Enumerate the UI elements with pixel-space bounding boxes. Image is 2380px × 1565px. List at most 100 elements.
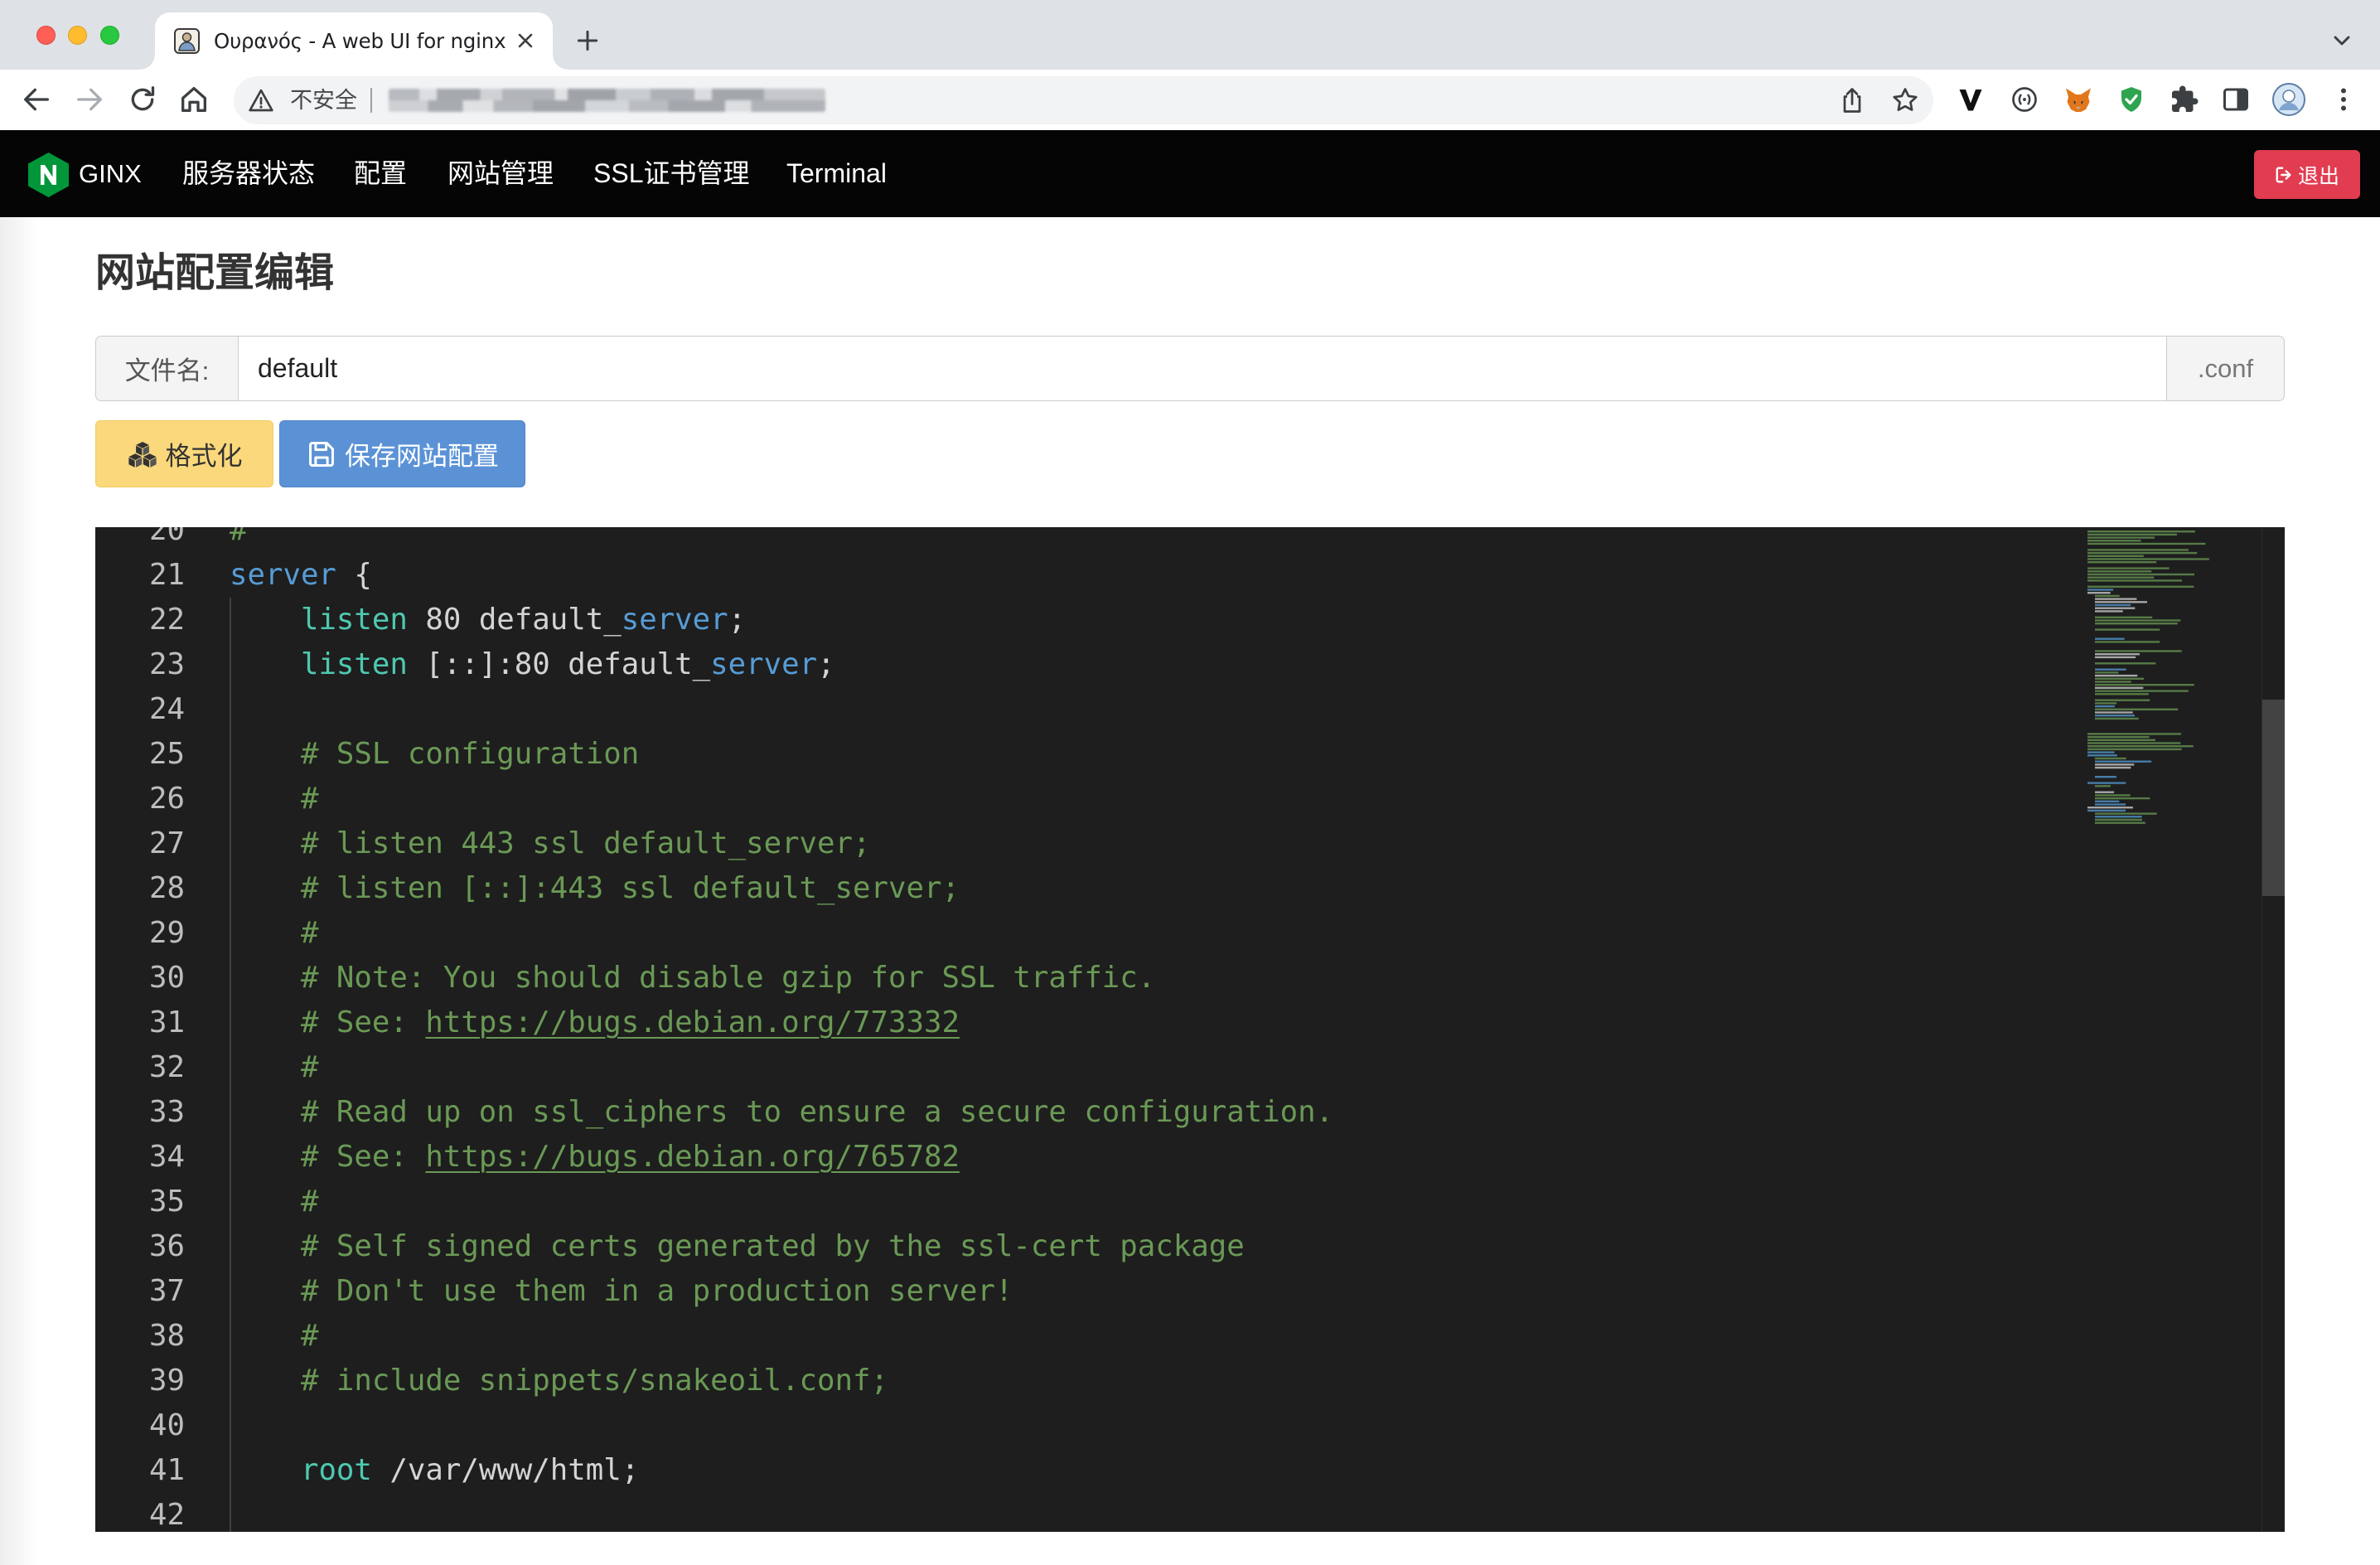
minimap-line: [2087, 782, 2126, 784]
vertical-scrollbar-thumb[interactable]: [2262, 700, 2285, 896]
back-arrow-icon[interactable]: [20, 83, 53, 116]
code-text[interactable]: #: [230, 1180, 319, 1224]
code-text[interactable]: listen 80 default_server;: [230, 598, 746, 642]
nav-item-ssl-certificates[interactable]: SSL证书管理: [593, 130, 750, 217]
minimap-line: [2087, 754, 2117, 757]
code-area[interactable]: 20 #21 server {22 listen 80 default_server…: [95, 527, 2079, 1532]
reload-icon[interactable]: [126, 83, 159, 116]
code-line[interactable]: 21 server {: [95, 553, 2079, 598]
code-line[interactable]: 22 listen 80 default_server;: [95, 598, 2079, 642]
minimap-line: [2095, 677, 2144, 680]
tab-corner: [553, 55, 568, 70]
plus-icon[interactable]: [574, 27, 601, 54]
minimap-line: [2087, 751, 2115, 753]
code-line[interactable]: 31 # See: https://bugs.debian.org/773332: [95, 1001, 2079, 1045]
code-line[interactable]: 32 #: [95, 1045, 2079, 1090]
format-button-label: 格式化: [165, 442, 243, 471]
minimap-line: [2087, 589, 2114, 591]
fox-extension-icon[interactable]: [2063, 85, 2093, 114]
side-panel-icon[interactable]: [2221, 85, 2251, 114]
address-bar[interactable]: 不安全: [234, 76, 1933, 124]
code-line[interactable]: 25 # SSL configuration: [95, 732, 2079, 777]
code-line[interactable]: 36 # Self signed certs generated by the …: [95, 1224, 2079, 1269]
code-text[interactable]: server {: [230, 553, 372, 598]
code-line[interactable]: 29 #: [95, 911, 2079, 956]
code-line[interactable]: 30 # Note: You should disable gzip for S…: [95, 956, 2079, 1001]
logout-button[interactable]: 退出: [2254, 150, 2360, 199]
comment-link[interactable]: https://bugs.debian.org/765782: [425, 1140, 960, 1174]
code-line[interactable]: 24: [95, 687, 2079, 732]
code-line[interactable]: 42: [95, 1493, 2079, 1532]
code-line[interactable]: 23 listen [::]:80 default_server;: [95, 642, 2079, 687]
brand-name[interactable]: GINX: [79, 130, 142, 217]
code-text[interactable]: #: [230, 777, 319, 821]
code-text[interactable]: root /var/www/html;: [230, 1448, 639, 1493]
minimize-window-icon[interactable]: [68, 26, 87, 45]
nav-item-site-management[interactable]: 网站管理: [447, 130, 554, 217]
circle-extension-icon[interactable]: [2010, 85, 2039, 114]
close-window-icon[interactable]: [36, 26, 56, 45]
code-line[interactable]: 26 #: [95, 777, 2079, 821]
close-icon[interactable]: [514, 29, 537, 52]
code-text[interactable]: #: [230, 911, 319, 956]
code-line[interactable]: 27 # listen 443 ssl default_server;: [95, 821, 2079, 866]
code-text[interactable]: # SSL configuration: [230, 732, 639, 777]
token-comment: #: [300, 1050, 319, 1084]
code-line[interactable]: 35 #: [95, 1180, 2079, 1224]
code-text[interactable]: # Don't use them in a production server!: [230, 1269, 1013, 1314]
minimap-line: [2095, 800, 2120, 802]
minimap-line: [2095, 766, 2131, 769]
puzzle-icon[interactable]: [2170, 85, 2199, 114]
code-line[interactable]: 39 # include snippets/snakeoil.conf;: [95, 1359, 2079, 1403]
minimap-line: [2095, 821, 2145, 824]
menu-dots-icon[interactable]: [2329, 85, 2358, 114]
shield-check-icon[interactable]: [2116, 85, 2146, 114]
code-line[interactable]: 38 #: [95, 1314, 2079, 1359]
code-line[interactable]: 33 # Read up on ssl_ciphers to ensure a …: [95, 1090, 2079, 1135]
chevron-down-icon[interactable]: [2329, 27, 2355, 54]
minimap-line: [2095, 702, 2117, 705]
token-plain: {: [336, 558, 372, 592]
code-text[interactable]: #: [230, 1045, 319, 1090]
line-number: 25: [149, 737, 185, 771]
nav-item-config[interactable]: 配置: [354, 130, 407, 217]
code-line[interactable]: 41 root /var/www/html;: [95, 1448, 2079, 1493]
filename-input[interactable]: [239, 336, 2166, 401]
code-text[interactable]: # Note: You should disable gzip for SSL …: [230, 956, 1155, 1001]
code-line[interactable]: 40: [95, 1403, 2079, 1448]
profile-avatar-icon[interactable]: [2272, 83, 2305, 116]
code-text[interactable]: # listen [::]:443 ssl default_server;: [230, 866, 960, 911]
save-button[interactable]: 保存网站配置: [279, 420, 525, 487]
code-text[interactable]: #: [230, 527, 248, 553]
format-button[interactable]: 格式化: [95, 420, 273, 487]
share-icon[interactable]: [1837, 85, 1867, 115]
security-label[interactable]: 不安全: [290, 76, 357, 124]
code-text[interactable]: # Read up on ssl_ciphers to ensure a sec…: [230, 1090, 1333, 1135]
v-logo-icon[interactable]: [1956, 85, 1986, 114]
nav-item-server-status[interactable]: 服务器状态: [182, 130, 315, 217]
home-icon[interactable]: [177, 83, 210, 116]
code-text[interactable]: # See: https://bugs.debian.org/773332: [230, 1001, 960, 1045]
vertical-scrollbar-track[interactable]: [2261, 527, 2285, 1532]
code-line[interactable]: 37 # Don't use them in a production serv…: [95, 1269, 2079, 1314]
nginx-hexagon-logo[interactable]: [27, 152, 70, 198]
code-text[interactable]: # Self signed certs generated by the ssl…: [230, 1224, 1245, 1269]
code-line[interactable]: 20 #: [95, 527, 2079, 553]
code-text[interactable]: # include snippets/snakeoil.conf;: [230, 1359, 888, 1403]
forward-arrow-icon[interactable]: [73, 83, 106, 116]
minimap-line: [2095, 776, 2116, 778]
code-text[interactable]: # See: https://bugs.debian.org/765782: [230, 1135, 960, 1180]
minimap[interactable]: [2079, 527, 2261, 1532]
code-text[interactable]: #: [230, 1314, 319, 1359]
code-text[interactable]: listen [::]:80 default_server;: [230, 642, 835, 687]
code-editor[interactable]: 20 #21 server {22 listen 80 default_server…: [95, 527, 2285, 1532]
code-line[interactable]: 28 # listen [::]:443 ssl default_server;: [95, 866, 2079, 911]
code-line[interactable]: 34 # See: https://bugs.debian.org/765782: [95, 1135, 2079, 1180]
warning-triangle-icon[interactable]: [248, 87, 274, 114]
code-text[interactable]: # listen 443 ssl default_server;: [230, 821, 871, 866]
zoom-window-icon[interactable]: [100, 26, 119, 45]
star-icon[interactable]: [1890, 85, 1920, 115]
comment-link[interactable]: https://bugs.debian.org/773332: [425, 1005, 960, 1039]
nav-item-terminal[interactable]: Terminal: [786, 130, 887, 217]
